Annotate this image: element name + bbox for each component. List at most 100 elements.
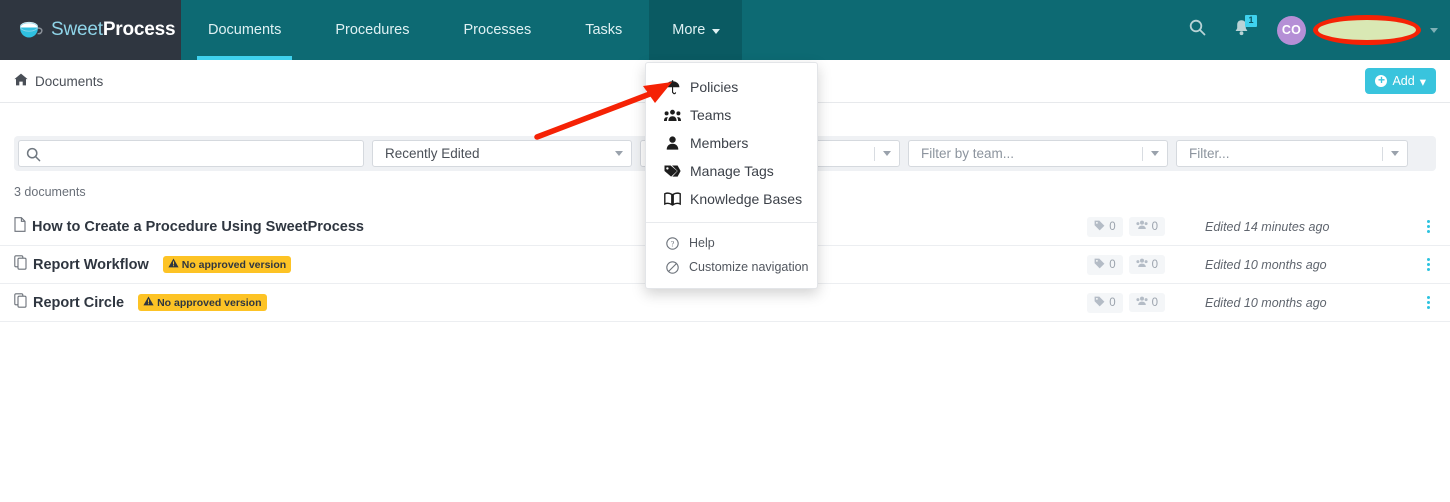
chevron-down-icon (1151, 151, 1159, 156)
team-filter-select[interactable]: Filter by team... (908, 140, 1168, 167)
nav-right-actions: 1 CO (1175, 0, 1450, 60)
tag-count: 0 (1109, 296, 1116, 309)
dropdown-item-policies[interactable]: Policies (646, 73, 817, 101)
document-title-cell[interactable]: Report Workflow No approved version (14, 255, 292, 274)
dropdown-item-label: Manage Tags (690, 163, 774, 179)
dropdown-item-members[interactable]: Members (646, 129, 817, 157)
tag-icon (1094, 220, 1105, 234)
row-actions-menu[interactable] (1421, 254, 1436, 275)
redacted-username-highlight (1313, 15, 1421, 45)
dropdown-item-label: Knowledge Bases (690, 191, 803, 207)
tag-count-chip: 0 (1087, 292, 1123, 313)
home-icon (14, 73, 28, 89)
breadcrumb-label: Documents (35, 73, 104, 89)
member-count: 0 (1151, 220, 1158, 233)
status-badge-label: No approved version (181, 258, 287, 271)
select-divider (1142, 146, 1143, 161)
member-count-chip: 0 (1128, 217, 1165, 236)
document-title-cell[interactable]: Report Circle No approved version (14, 293, 267, 312)
dropdown-item-customize-navigation[interactable]: Customize navigation (646, 255, 817, 279)
top-navigation-bar: SweetProcess Documents Procedures Proces… (0, 0, 1450, 60)
users-group-icon (1135, 258, 1148, 271)
status-badge: No approved version (138, 294, 267, 311)
select-divider (1382, 146, 1383, 161)
nav-tab-procedures[interactable]: Procedures (308, 0, 436, 60)
notification-badge: 1 (1245, 15, 1257, 27)
generic-filter-select[interactable]: Filter... (1176, 140, 1408, 167)
brand-sweet: Sweet (51, 19, 103, 40)
brand-process: Process (102, 19, 176, 40)
document-title: Report Circle (33, 294, 125, 311)
dropdown-item-label: Help (689, 236, 715, 250)
nav-tab-more-label: More (672, 22, 706, 38)
users-group-icon (1135, 220, 1148, 233)
book-icon (664, 192, 681, 206)
edited-timestamp: Edited 14 minutes ago (1205, 219, 1330, 234)
tag-icon (1094, 258, 1105, 272)
member-count: 0 (1151, 296, 1158, 309)
dropdown-item-manage-tags[interactable]: Manage Tags (646, 157, 817, 185)
generic-filter-placeholder: Filter... (1189, 146, 1230, 161)
member-count: 0 (1151, 258, 1158, 271)
add-button[interactable]: + Add ▾ (1365, 68, 1436, 94)
nav-tab-tasks[interactable]: Tasks (558, 0, 649, 60)
row-actions-menu[interactable] (1421, 216, 1436, 237)
notifications-button[interactable]: 1 (1219, 0, 1263, 60)
chevron-down-icon (712, 28, 721, 34)
search-button[interactable] (1175, 0, 1219, 60)
team-filter-placeholder: Filter by team... (921, 146, 1015, 161)
dropdown-item-knowledge-bases[interactable]: Knowledge Bases (646, 185, 817, 213)
sort-select-value: Recently Edited (385, 146, 480, 161)
status-badge: No approved version (162, 256, 292, 273)
tag-icon (664, 164, 681, 178)
chevron-down-icon (615, 151, 623, 156)
dropdown-item-teams[interactable]: Teams (646, 101, 817, 129)
member-count-chip: 0 (1128, 293, 1165, 312)
warning-triangle-icon (168, 258, 179, 271)
tag-count: 0 (1109, 258, 1116, 271)
tag-count: 0 (1109, 220, 1116, 233)
nav-tab-tasks-label: Tasks (585, 22, 623, 38)
tag-count-chip: 0 (1087, 254, 1123, 275)
chevron-down-icon (1391, 151, 1399, 156)
row-actions-menu[interactable] (1421, 292, 1436, 313)
chevron-down-icon (883, 151, 891, 156)
question-circle-icon: ? (664, 236, 681, 250)
nav-tab-documents-label: Documents (208, 22, 282, 38)
dropdown-item-label: Customize navigation (689, 260, 809, 274)
nav-tab-list: Documents Procedures Processes Tasks Mor… (181, 0, 743, 60)
user-menu[interactable]: CO (1263, 0, 1438, 60)
row-metadata: 0 0 Edited 10 months ago (1087, 292, 1436, 313)
dropdown-divider (646, 222, 817, 223)
nav-tab-processes-label: Processes (463, 22, 532, 38)
dropdown-item-label: Members (690, 135, 749, 151)
table-row[interactable]: Report Circle No approved version 0 0 Ed… (0, 284, 1450, 322)
edited-timestamp: Edited 10 months ago (1205, 257, 1327, 272)
nav-tab-processes[interactable]: Processes (437, 0, 559, 60)
tag-count-chip: 0 (1087, 216, 1123, 237)
nav-tab-more[interactable]: More (649, 0, 743, 60)
tag-icon (1094, 296, 1105, 310)
search-field-wrapper[interactable] (18, 140, 364, 167)
member-count-chip: 0 (1128, 255, 1165, 274)
users-group-icon (1135, 296, 1148, 309)
umbrella-icon (664, 79, 681, 95)
dropdown-item-label: Teams (690, 107, 732, 123)
avatar: CO (1277, 15, 1306, 45)
row-metadata: 0 0 Edited 14 minutes ago (1087, 216, 1436, 237)
document-title-cell[interactable]: How to Create a Procedure Using SweetPro… (14, 217, 364, 236)
users-group-icon (664, 109, 681, 122)
brand-logo[interactable]: SweetProcess (0, 0, 181, 60)
dropdown-item-help[interactable]: ? Help (646, 231, 817, 255)
breadcrumb[interactable]: Documents (0, 73, 103, 89)
coffee-cup-icon (18, 20, 44, 40)
add-button-label: Add (1392, 74, 1415, 88)
sort-select[interactable]: Recently Edited (372, 140, 632, 167)
add-caret-icon: ▾ (1419, 74, 1426, 89)
user-icon (664, 136, 681, 150)
dropdown-item-label: Policies (690, 79, 739, 95)
nav-tab-documents[interactable]: Documents (181, 0, 308, 60)
search-input[interactable] (45, 141, 363, 166)
chevron-down-icon (1430, 27, 1438, 33)
status-badge-label: No approved version (157, 296, 262, 309)
